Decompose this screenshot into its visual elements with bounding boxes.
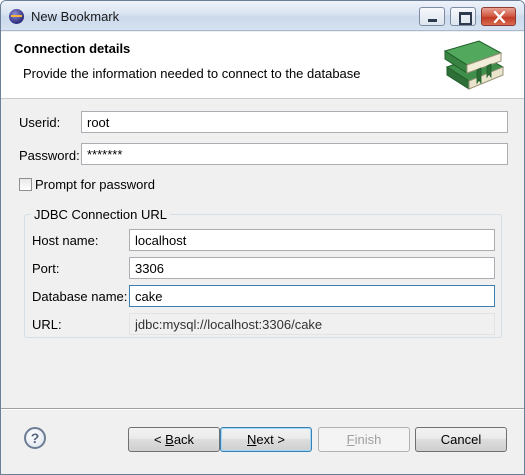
books-icon [443, 40, 505, 90]
minimize-button[interactable] [419, 7, 445, 26]
password-label: Password: [19, 148, 80, 163]
cancel-button[interactable]: Cancel [415, 427, 507, 452]
back-rest: ack [173, 432, 195, 447]
window-title: New Bookmark [31, 9, 120, 24]
banner-title: Connection details [14, 41, 131, 56]
password-input[interactable] [81, 143, 508, 165]
back-button[interactable]: < Back [128, 427, 220, 452]
userid-label: Userid: [19, 115, 61, 130]
back-prefix: < [153, 432, 166, 447]
next-button[interactable]: Next > [220, 427, 312, 452]
button-bar-separator [1, 408, 524, 410]
port-label: Port: [32, 261, 60, 276]
close-button[interactable] [481, 7, 516, 26]
wizard-banner: Connection details Provide the informati… [1, 32, 524, 99]
database-name-label: Database name: [32, 289, 128, 304]
finish-button[interactable]: Finish [318, 427, 410, 452]
eclipse-icon [9, 9, 24, 24]
back-mnemonic: B [165, 432, 174, 447]
host-name-label: Host name: [32, 233, 99, 248]
jdbc-group-label: JDBC Connection URL [31, 207, 170, 222]
close-icon [493, 11, 506, 23]
title-bar[interactable]: New Bookmark [1, 1, 524, 31]
port-input[interactable] [129, 257, 495, 279]
finish-rest: inish [354, 432, 382, 447]
userid-input[interactable] [81, 111, 508, 133]
new-bookmark-dialog: New Bookmark Connection details Provide … [0, 0, 525, 475]
host-name-input[interactable] [129, 229, 495, 251]
prompt-password-label[interactable]: Prompt for password [35, 177, 155, 192]
prompt-password-checkbox[interactable] [19, 178, 32, 191]
next-rest: ext > [256, 432, 285, 447]
url-label: URL: [32, 317, 62, 332]
finish-mnemonic: F [346, 432, 355, 447]
help-icon[interactable]: ? [24, 427, 46, 449]
url-display [129, 313, 495, 335]
next-mnemonic: N [247, 432, 257, 447]
maximize-button[interactable] [450, 7, 476, 26]
database-name-input[interactable] [129, 285, 495, 307]
banner-description: Provide the information needed to connec… [23, 66, 361, 81]
